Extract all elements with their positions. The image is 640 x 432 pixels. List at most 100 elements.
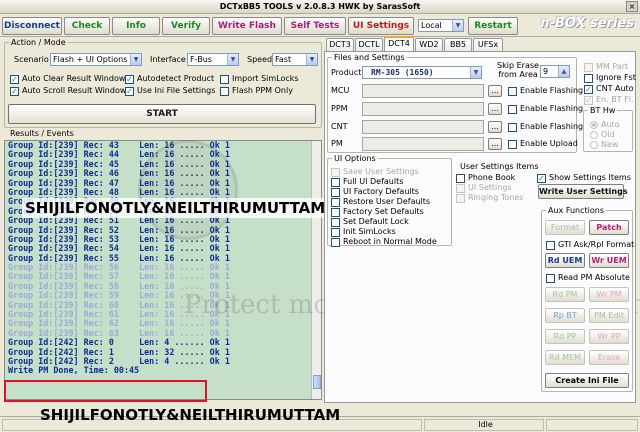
checkbox-box [508,104,517,114]
skip-erase-spinner[interactable]: 9 ▲ [540,65,570,78]
ppm-browse-button[interactable]: ... [488,103,502,115]
phone-book-checkbox[interactable]: Phone Book [456,173,515,183]
check-button[interactable]: Check [64,17,110,35]
wr-pm-button[interactable]: Wr PM [589,287,629,302]
ppm-enable-checkbox[interactable]: Enable Flashing [508,104,583,114]
show-settings-items-checkbox[interactable]: ✓ Show Settings Items [537,173,631,183]
rd-mem-button[interactable]: Rd MEM [545,350,585,365]
tab-dct3[interactable]: DCT3 [326,38,354,51]
flash-ppm-only-checkbox[interactable]: Flash PPM Only [220,86,293,96]
gti-format-checkbox[interactable]: GTI Ask/Rpl Format [546,240,634,250]
import-simlocks-checkbox[interactable]: Import SimLocks [220,74,299,84]
start-button[interactable]: START [8,104,316,124]
tab-wd2[interactable]: WD2 [415,38,443,51]
pm-edit-button[interactable]: PM Edit [589,308,629,323]
full-ui-defaults-checkbox[interactable]: Full UI Defaults [331,177,403,187]
user-settings-legend: User Settings Items [460,162,539,171]
rd-pp-button[interactable]: Rd PP [545,329,585,344]
check-icon: ✓ [10,86,19,96]
restore-user-defaults-checkbox[interactable]: Restore User Defaults [331,197,430,207]
checkbox-box [331,227,340,237]
tab-bb5[interactable]: BB5 [444,38,472,51]
ui-settings-item-checkbox[interactable]: UI Settings [456,183,512,193]
self-tests-button[interactable]: Self Tests [284,17,346,35]
erase-button[interactable]: Erase [589,350,629,365]
chevron-down-icon: ▼ [470,67,481,78]
format-button[interactable]: Format [545,220,585,235]
read-pm-absolute-checkbox[interactable]: Read PM Absolute [546,273,630,283]
close-icon[interactable]: × [626,1,638,12]
ignore-fst-checkbox[interactable]: Ignore Fst [584,73,636,83]
pm-browse-button[interactable]: ... [488,138,502,150]
mcu-file-field[interactable] [362,84,484,98]
local-select[interactable]: Local ▼ [418,19,464,32]
disconnect-button[interactable]: Disconnect [2,17,62,35]
auto-clear-checkbox[interactable]: ✓ Auto Clear Result Window [10,74,125,84]
mm-part-label: MM Part [596,62,629,71]
use-ini-checkbox[interactable]: ✓ Use Ini File Settings [125,86,215,96]
rd-pm-button[interactable]: Rd PM [545,287,585,302]
ringing-tones-checkbox[interactable]: Ringing Tones [456,193,523,203]
rp-bt-button[interactable]: Rp BT [545,308,585,323]
mm-part-checkbox[interactable]: MM Part [584,62,628,72]
create-ini-file-button[interactable]: Create Ini File [545,373,629,388]
product-select[interactable]: RM-305 (1650) ▼ [362,66,482,79]
show-settings-items-label: Show Settings Items [549,173,631,182]
write-user-settings-button[interactable]: Write User Settings [538,184,628,199]
log-scrollbar[interactable] [311,141,321,399]
init-simlocks-checkbox[interactable]: Init SimLocks [331,227,396,237]
scenario-select[interactable]: Flash + UI Options ▼ [50,53,142,66]
pm-file-field[interactable] [362,137,484,151]
reboot-normal-label: Reboot in Normal Mode [343,237,437,246]
pm-upload-checkbox[interactable]: Enable Upload [508,139,578,149]
checkbox-box [508,86,517,96]
files-legend: Files and Settings [334,53,405,62]
wr-uem-button[interactable]: Wr UEM [589,253,629,268]
set-default-lock-checkbox[interactable]: Set Default Lock [331,217,409,227]
checkbox-box [331,167,340,177]
factory-set-defaults-checkbox[interactable]: Factory Set Defaults [331,207,424,217]
check-icon: ✓ [125,86,134,96]
radio-dot [590,130,598,139]
patch-button[interactable]: Patch [589,220,629,235]
bt-hw-new-radio[interactable]: New [590,140,618,149]
bt-hw-auto-label: Auto [601,120,620,129]
tab-dct4[interactable]: DCT4 [384,36,414,52]
cnt-browse-button[interactable]: ... [488,121,502,133]
write-flash-button[interactable]: Write Flash [212,17,282,35]
interface-select[interactable]: F-Bus ▼ [187,53,239,66]
tab-dctl[interactable]: DCTL [355,38,383,51]
ui-factory-defaults-checkbox[interactable]: UI Factory Defaults [331,187,419,197]
bt-hw-old-radio[interactable]: Old [590,130,615,139]
en-bt-fl-checkbox[interactable]: ✓ En. BT Fl. [584,95,634,105]
autodetect-product-checkbox[interactable]: ✓ Autodetect Product [125,74,214,84]
scrollbar-thumb[interactable] [313,375,321,389]
watermark-circle [138,140,238,240]
import-simlocks-label: Import SimLocks [232,74,299,83]
auto-scroll-label: Auto Scroll Result Window [22,86,127,95]
cnt-enable-checkbox[interactable]: Enable Flashing [508,122,583,132]
ui-settings-button[interactable]: UI Settings [348,17,414,35]
reboot-normal-checkbox[interactable]: Reboot in Normal Mode [331,237,437,247]
ppm-file-field[interactable] [362,102,484,116]
radio-dot [590,120,598,129]
restart-button[interactable]: Restart [468,17,518,35]
rd-uem-button[interactable]: Rd UEM [545,253,585,268]
speed-select[interactable]: Fast ▼ [272,53,318,66]
bt-hw-auto-radio[interactable]: Auto [590,120,620,129]
tab-ufsx[interactable]: UFSx [473,38,503,51]
bt-hw-legend: BT Hw [590,106,616,115]
auto-scroll-checkbox[interactable]: ✓ Auto Scroll Result Window [10,86,126,96]
wr-pp-button[interactable]: Wr PP [589,329,629,344]
check-icon: ✓ [10,74,19,84]
info-button[interactable]: Info [112,17,160,35]
mcu-enable-checkbox[interactable]: Enable Flashing [508,86,583,96]
results-legend: Results / Events [10,129,74,138]
cnt-file-field[interactable] [362,120,484,134]
save-user-settings-checkbox[interactable]: Save User Settings [331,167,419,177]
verify-button[interactable]: Verify [162,17,210,35]
cnt-auto-checkbox[interactable]: ✓ CNT Auto [584,84,634,94]
checkbox-box [584,62,593,72]
mcu-browse-button[interactable]: ... [488,85,502,97]
checkbox-box [331,237,340,247]
